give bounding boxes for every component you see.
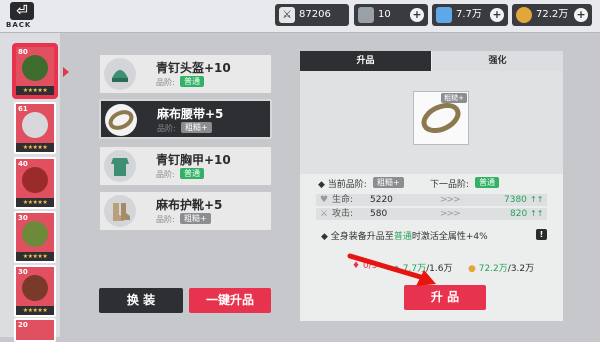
item-grade-badge: 粗糙+	[441, 93, 467, 103]
hero-level: 61	[18, 105, 28, 113]
selected-item-icon: 粗糙+	[413, 91, 469, 145]
gold-coin-icon: ●	[468, 264, 476, 274]
hero-card[interactable]: 80 ★★★★★	[14, 45, 56, 97]
hero-stars: ★★★★★	[16, 143, 54, 152]
set-bonus-note: ◆ 全身装备升品至普通时激活全属性+4%	[321, 232, 488, 242]
hero-card[interactable]: 30 ★★★★★	[14, 211, 56, 263]
hero-level: 80	[18, 48, 28, 56]
sword-icon: ⚔	[320, 209, 329, 219]
heart-icon: ♥	[320, 195, 329, 205]
grade-label: 品阶:	[156, 215, 175, 224]
current-grade-badge: 粗糙+	[373, 177, 404, 188]
arrow-right-icon: >>>	[440, 209, 461, 219]
equipment-item-boots[interactable]: 麻布护靴+5 品阶: 粗糙+	[99, 191, 272, 231]
back-label: BACK	[6, 21, 32, 29]
arrow-right-icon: >>>	[440, 195, 461, 205]
selected-indicator-icon	[63, 67, 69, 77]
hero-portrait	[22, 167, 48, 193]
info-warning-icon[interactable]: !	[536, 229, 547, 240]
tab-upgrade-grade[interactable]: 升品	[300, 51, 431, 71]
hero-level: 20	[18, 321, 28, 329]
grade-label: 品阶:	[156, 78, 175, 87]
power-counter: ⚔ 87206	[275, 4, 349, 26]
tab-enhance[interactable]: 强化	[432, 51, 563, 71]
tutorial-arrow-icon	[347, 253, 436, 286]
grade-badge: 粗糙+	[181, 122, 212, 133]
hero-card[interactable]: 61 ★★★★★	[14, 102, 56, 154]
boots-icon	[104, 195, 136, 227]
stone-counter: 10 +	[354, 4, 428, 26]
equipment-name: 麻布护靴+5	[156, 198, 223, 212]
grade-label: 品阶:	[157, 124, 176, 133]
back-button[interactable]: ⏎ BACK	[4, 2, 44, 30]
hero-stars: ★★★★★	[16, 86, 54, 95]
up-arrow-icon: ↑↑	[530, 209, 544, 218]
hero-portrait	[22, 275, 48, 301]
hero-level: 30	[18, 214, 28, 222]
belt-icon	[105, 104, 137, 136]
stat-label: 攻击:	[332, 209, 354, 219]
grade-label: 品阶:	[156, 170, 175, 179]
hero-level: 30	[18, 268, 28, 276]
equipment-name: 青钉头盔+10	[156, 61, 231, 75]
cost-gold: ● 72.2万/3.2万	[468, 261, 534, 274]
hero-stars: ★★★★★	[16, 252, 54, 261]
equipment-item-belt[interactable]: 麻布腰带+5 品阶: 粗糙+	[99, 99, 272, 139]
hero-card[interactable]: 20	[14, 318, 56, 342]
power-value: 87206	[299, 9, 331, 20]
chestplate-icon	[104, 150, 136, 182]
equipment-name: 麻布腰带+5	[157, 107, 224, 121]
equipment-item-helmet[interactable]: 青钉头盔+10 品阶: 普通	[99, 54, 272, 94]
crossed-swords-icon: ⚔	[279, 7, 295, 23]
gold-counter: 72.2万 +	[512, 4, 592, 26]
grade-badge: 普通	[180, 168, 204, 179]
cost-gold-need: /3.2万	[507, 264, 535, 274]
swap-equipment-button[interactable]: 换 装	[99, 288, 183, 313]
gold-coin-icon	[516, 7, 532, 23]
stat-next: 7380	[504, 195, 527, 205]
equipment-item-chestplate[interactable]: 青钉胸甲+10 品阶: 普通	[99, 146, 272, 186]
hero-portrait	[22, 55, 48, 81]
stat-next: 820	[510, 209, 528, 219]
cost-gold-have: 72.2万	[478, 264, 508, 274]
equipment-name: 青钉胸甲+10	[156, 153, 231, 167]
hero-stars: ★★★★★	[16, 198, 54, 207]
hero-card[interactable]: 30 ★★★★★	[14, 265, 56, 317]
hero-portrait	[22, 221, 48, 247]
hero-stars: ★★★★★	[16, 306, 54, 315]
hero-card[interactable]: 40 ★★★★★	[14, 157, 56, 209]
stat-row-hp: ♥ 生命: 5220 >>> 7380 ↑↑	[316, 194, 547, 206]
diamond-value: 7.7万	[456, 9, 482, 20]
back-arrow-icon: ⏎	[10, 2, 34, 20]
diamond-counter: 7.7万 +	[432, 4, 508, 26]
grade-badge: 粗糙+	[180, 213, 211, 224]
diamond-add-button[interactable]: +	[490, 8, 504, 22]
hero-portrait	[22, 112, 48, 138]
stone-value: 10	[378, 9, 391, 20]
gold-value: 72.2万	[536, 9, 569, 20]
next-grade-badge: 普通	[475, 177, 499, 188]
hero-level: 40	[18, 160, 28, 168]
up-arrow-icon: ↑↑	[530, 195, 544, 204]
grade-badge: 普通	[180, 76, 204, 87]
gold-add-button[interactable]: +	[574, 8, 588, 22]
stone-add-button[interactable]: +	[410, 8, 424, 22]
current-grade-label: ◆ 当前品阶:	[318, 180, 367, 190]
next-grade-label: 下一品阶:	[430, 180, 470, 190]
stat-current: 580	[370, 209, 388, 219]
stat-label: 生命:	[332, 195, 354, 205]
panel-tabs: 升品 强化	[300, 51, 563, 71]
blue-crystal-icon	[436, 7, 452, 23]
stat-current: 5220	[370, 195, 393, 205]
helmet-icon	[104, 58, 136, 90]
ore-icon	[358, 7, 374, 23]
stat-row-attack: ⚔ 攻击: 580 >>> 820 ↑↑	[316, 208, 547, 220]
one-click-upgrade-button[interactable]: 一键升品	[189, 288, 271, 313]
